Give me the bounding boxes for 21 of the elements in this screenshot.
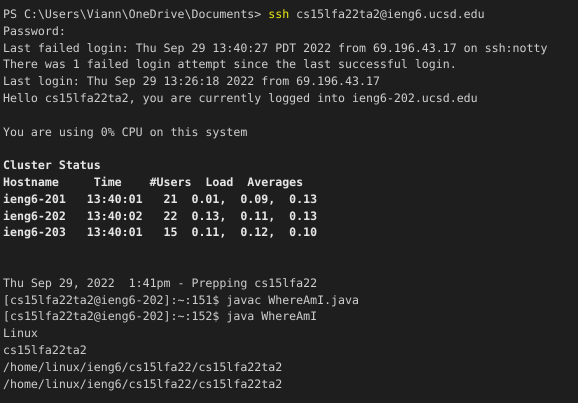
terminal-line: [cs15lfa22ta2@ieng6-202]:~:151$ javac WhereAmI.java (3, 292, 360, 308)
terminal-line: Hostname Time #Users Load Averages (3, 174, 304, 191)
terminal-line: You are using 0% CPU on this system (3, 124, 248, 140)
terminal-line: ieng6-202 13:40:02 22 0.13, 0.11, 0.13 (3, 208, 318, 224)
terminal-line: [cs15lfa22ta2@ieng6-202]:~:152$ java WhereAmI (3, 308, 318, 326)
terminal-line: Linux (3, 325, 39, 342)
terminal-line: ieng6-201 13:40:01 21 0.01, 0.09, 0.13 (3, 190, 318, 208)
terminal-line: Cluster Status (3, 157, 102, 174)
terminal-line: Password: (3, 22, 67, 40)
terminal-line: /home/linux/ieng6/cs15lfa22/cs15lfa22ta2 (3, 358, 284, 376)
terminal-line: There was 1 failed login attempt since the last successful login. (3, 56, 458, 74)
terminal-line: Last login: Thu Sep 29 13:26:18 2022 from 69.196.43.17 (3, 73, 381, 90)
terminal-line: Thu Sep 29, 2022 1:41pm - Prepping cs15lfa22 (3, 274, 318, 292)
command-argument: cs15lfa22ta2@ieng6.ucsd.edu (296, 6, 485, 23)
terminal-line: /home/linux/ieng6/cs15lfa22/cs15lfa22ta2 (3, 376, 284, 392)
terminal-line: ieng6-203 13:40:01 15 0.11, 0.12, 0.10 (3, 224, 318, 242)
terminal-line: Last failed login: Thu Sep 29 13:40:27 PDT 2022 from 69.196.43.17 on ssh:notty (3, 40, 548, 56)
command-text: ssh (268, 6, 290, 23)
terminal-line: Hello cs15lfa22ta2, you are currently logged into ieng6-202.ucsd.edu (3, 90, 479, 107)
terminal-line: cs15lfa22ta2 (3, 342, 88, 359)
prompt-text: PS C:\Users\Viann\OneDrive\Documents> (3, 6, 262, 23)
